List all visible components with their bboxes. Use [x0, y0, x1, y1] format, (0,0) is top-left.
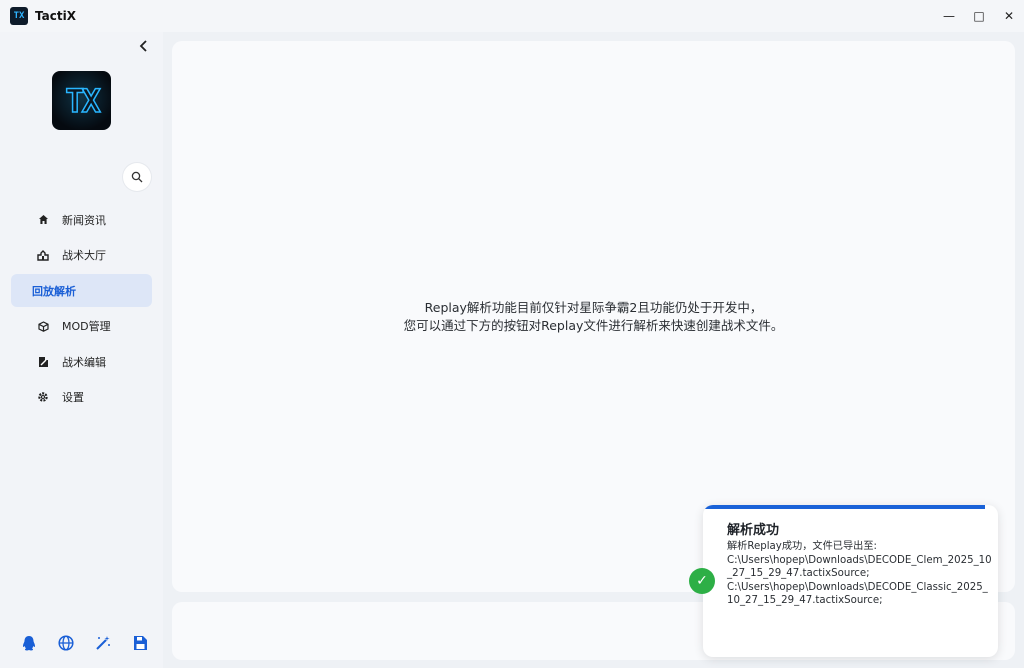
magic-wand-icon[interactable]	[94, 634, 112, 652]
info-line-2: 您可以通过下方的按钮对Replay文件进行解析来快速创建战术文件。	[403, 318, 784, 333]
home-icon	[36, 214, 50, 225]
gear-icon	[36, 391, 50, 403]
sidebar-item-tactics-editor[interactable]: 战术编辑	[11, 345, 152, 378]
chevron-left-icon	[139, 40, 147, 52]
close-button[interactable]: ✕	[994, 0, 1024, 32]
sidebar-item-tactics-hall[interactable]: 战术大厅	[11, 239, 152, 272]
qq-icon[interactable]	[20, 634, 38, 652]
hall-icon	[36, 249, 50, 261]
app-logo: TX	[52, 71, 111, 130]
title-bar: TX TactiX — □ ✕	[0, 0, 1024, 32]
sidebar-item-mod-manager[interactable]: MOD管理	[11, 310, 152, 343]
toast-message: 解析Replay成功，文件已导出至:	[727, 541, 877, 552]
replay-info-text: Replay解析功能目前仅针对星际争霸2且功能仍处于开发中， 您可以通过下方的按…	[172, 299, 1015, 335]
sidebar-bottom-toolbar	[20, 634, 149, 652]
toast-path-1: C:\Users\hopep\Downloads\DECODE_Clem_202…	[727, 554, 992, 580]
cube-icon	[36, 320, 50, 332]
sidebar-item-label: 战术大厅	[62, 249, 106, 262]
app-title: TactiX	[35, 9, 76, 23]
toast-path-2: C:\Users\hopep\Downloads\DECODE_Classic_…	[727, 581, 988, 607]
search-icon	[131, 171, 143, 183]
edit-icon	[36, 356, 50, 368]
sidebar-item-label: 新闻资讯	[62, 213, 106, 227]
toast-title: 解析成功	[727, 523, 780, 538]
maximize-button[interactable]: □	[964, 0, 994, 32]
sidebar-item-label: 回放解析	[32, 284, 76, 298]
sidebar-item-settings[interactable]: 设置	[11, 381, 152, 414]
minimize-button[interactable]: —	[934, 0, 964, 32]
sidebar-item-news[interactable]: 新闻资讯	[11, 203, 152, 236]
sidebar-item-label: 战术编辑	[62, 355, 106, 369]
info-line-1: Replay解析功能目前仅针对星际争霸2且功能仍处于开发中，	[424, 300, 763, 315]
globe-icon[interactable]	[57, 634, 75, 652]
app-icon: TX	[10, 7, 28, 25]
search-button[interactable]	[123, 163, 151, 191]
toast-body: 解析Replay成功，文件已导出至: C:\Users\hopep\Downlo…	[727, 540, 992, 608]
save-icon[interactable]	[131, 634, 149, 652]
success-toast: 解析成功 解析Replay成功，文件已导出至: C:\Users\hopep\D…	[703, 505, 998, 657]
sidebar-nav: 新闻资讯 战术大厅 回放解析 MOD管理 战术编辑 设置	[11, 203, 152, 416]
window-controls: — □ ✕	[934, 0, 1024, 32]
success-check-icon: ✓	[689, 568, 715, 594]
sidebar-item-label: MOD管理	[62, 320, 111, 333]
collapse-sidebar-button[interactable]	[139, 40, 149, 56]
sidebar-item-label: 设置	[62, 391, 84, 404]
toast-progress-bar	[703, 505, 985, 509]
sidebar: TX 新闻资讯 战术大厅 回放解析 MOD管理 战术编辑 设置	[0, 32, 163, 668]
sidebar-item-replay-parse[interactable]: 回放解析	[11, 274, 152, 307]
